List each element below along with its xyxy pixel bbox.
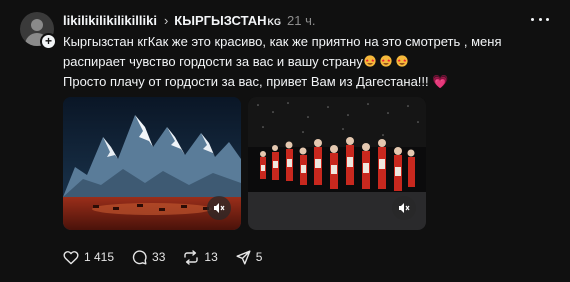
pink-heart-emoji-icon: 💗 <box>432 74 449 89</box>
star-struck-emoji-icon <box>380 55 392 67</box>
community-suffix: KG <box>267 16 282 27</box>
post-header: likilikilikilikilliki › КЫРГЫЗСТАНKG 21 … <box>63 11 315 29</box>
comment-button[interactable]: 33 <box>132 249 166 265</box>
action-bar: 1 415 33 13 5 <box>63 247 280 267</box>
more-icon[interactable] <box>531 12 549 26</box>
username-link[interactable]: likilikilikilikilliki <box>63 13 157 28</box>
video-thumbnail-parade[interactable] <box>248 97 426 230</box>
share-count: 5 <box>255 250 263 264</box>
mute-icon[interactable] <box>392 196 416 220</box>
follow-plus-icon[interactable]: + <box>40 33 57 50</box>
repost-icon <box>184 249 199 265</box>
share-icon <box>236 250 251 264</box>
repost-button[interactable]: 13 <box>183 249 218 265</box>
thread-post: + likilikilikilikilliki › КЫРГЫЗСТАНKG 2… <box>0 0 570 282</box>
mute-icon[interactable] <box>207 196 231 220</box>
post-text-line-2-text: распирает чувство гордости за вас и вашу… <box>63 54 363 69</box>
chevron-right-icon: › <box>163 12 169 28</box>
community-link[interactable]: КЫРГЫЗСТАНKG <box>174 13 281 28</box>
like-count: 1 415 <box>84 250 115 264</box>
post-text-line-1: Кыргызстан кгКак же это красиво, как же … <box>63 34 502 49</box>
heart-icon <box>63 250 79 264</box>
comment-icon <box>132 249 147 264</box>
post-text-line-2: распирает чувство гордости за вас и вашу… <box>63 52 548 72</box>
repost-count: 13 <box>204 250 218 264</box>
post-text-line-3-text: Просто плачу от гордости за вас, привет … <box>63 74 429 89</box>
star-struck-emoji-icon <box>396 55 408 67</box>
like-button[interactable]: 1 415 <box>63 250 114 265</box>
video-thumbnail-mountains[interactable] <box>63 97 241 230</box>
avatar[interactable]: + <box>20 12 57 50</box>
community-name: КЫРГЫЗСТАН <box>174 12 267 28</box>
post-time[interactable]: 21 ч. <box>287 13 315 28</box>
share-button[interactable]: 5 <box>236 250 263 265</box>
post-text: Кыргызстан кгКак же это красиво, как же … <box>63 32 548 92</box>
star-struck-emoji-icon <box>364 55 376 67</box>
post-text-line-3: Просто плачу от гордости за вас, привет … <box>63 72 548 92</box>
comment-count: 33 <box>152 250 166 264</box>
